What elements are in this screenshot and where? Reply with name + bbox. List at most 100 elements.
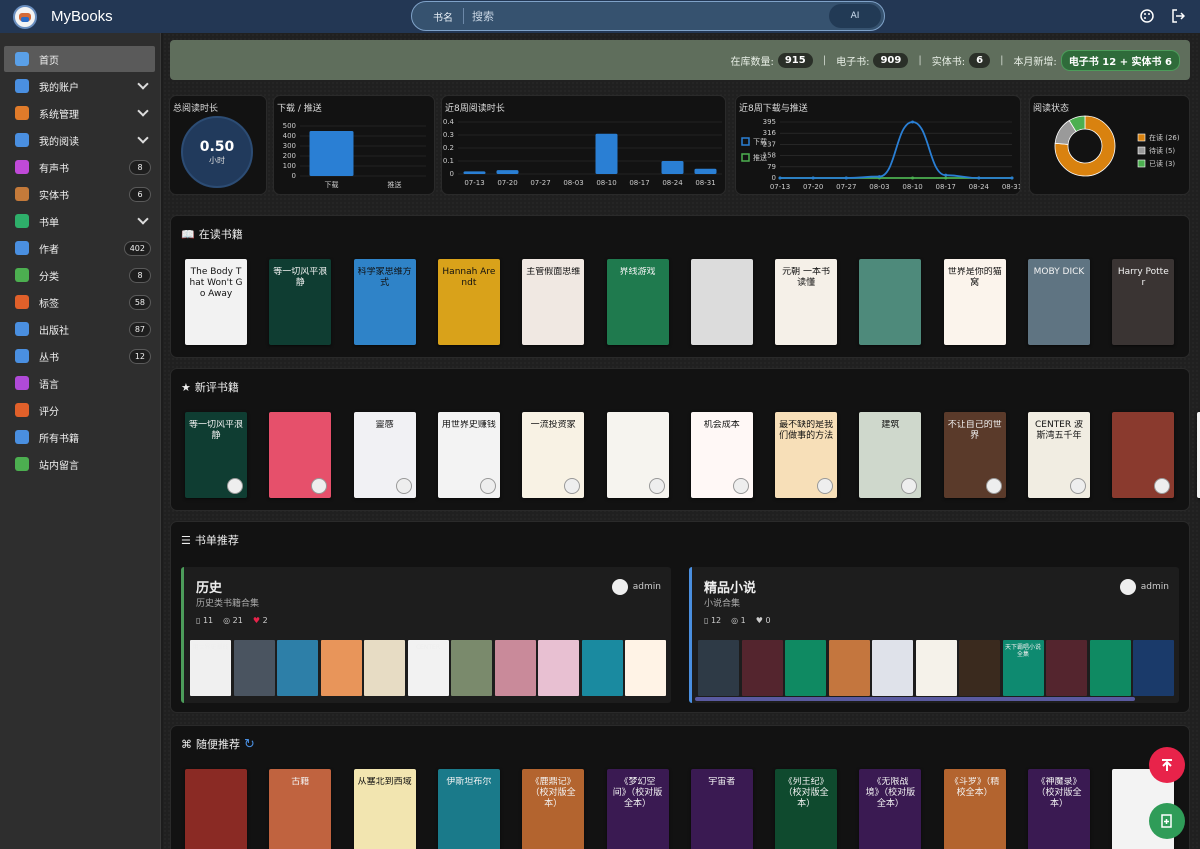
data-point[interactable] — [977, 176, 981, 180]
sidebar-item[interactable]: 标签 58 — [4, 289, 155, 315]
data-point[interactable] — [844, 176, 848, 180]
app-title[interactable]: MyBooks — [51, 8, 113, 25]
sidebar-item[interactable]: 评分 — [4, 397, 155, 423]
book-cover[interactable]: 《无限战境》（校对版全本） — [859, 769, 922, 849]
data-point[interactable] — [811, 176, 815, 180]
book-cover[interactable]: 机会成本 — [690, 412, 753, 498]
bar[interactable] — [661, 161, 684, 174]
chevron-down-icon[interactable] — [137, 78, 149, 90]
book-cover[interactable]: 《鹿鼎记》（校对版全本） — [522, 769, 585, 849]
book-cover[interactable]: 等一切风平浪静 — [185, 412, 247, 498]
booklist-cover[interactable] — [451, 640, 492, 696]
book-cover[interactable]: 元朝 一本书读懂 — [775, 259, 838, 345]
logout-icon[interactable] — [1171, 9, 1185, 23]
booklist-card[interactable]: 精品小说 小说合集 admin ▯ 12 ◎ 1 ♥ 0 天下霸唱小说全集 — [689, 567, 1179, 703]
data-point[interactable] — [944, 176, 948, 180]
book-cover[interactable]: 最不缺的是我们做事的方法 — [775, 412, 838, 498]
palette-icon[interactable] — [1140, 9, 1154, 23]
sidebar-item[interactable]: 有声书 8 — [4, 154, 155, 180]
data-point[interactable] — [911, 120, 915, 124]
booklist-cover[interactable] — [364, 640, 405, 696]
booklist-card[interactable]: 历史 历史类书籍合集 admin ▯ 11 ◎ 21 ♥ 2 用世界史赚钱 CENTER — [181, 567, 671, 703]
booklist-cover[interactable] — [785, 640, 826, 696]
scroll-top-button[interactable] — [1149, 747, 1185, 783]
refresh-icon[interactable]: ↻ — [244, 737, 255, 752]
book-cover[interactable]: 主管假面思维 — [522, 259, 585, 345]
booklist-cover[interactable]: CENTER — [407, 640, 449, 696]
book-cover[interactable]: 《斗罗》（精校全本） — [943, 769, 1006, 849]
chevron-down-icon[interactable] — [137, 105, 149, 117]
booklist-cover[interactable] — [625, 640, 666, 696]
sidebar-item[interactable]: 我的账户 — [4, 73, 155, 99]
book-cover[interactable]: 《梦幻空间》（校对版全本） — [606, 769, 669, 849]
sidebar-item[interactable]: 分类 8 — [4, 262, 155, 288]
book-cover[interactable]: The Body That Won't Go Away — [185, 259, 247, 345]
sidebar-item[interactable]: 首页 — [4, 46, 155, 72]
horizontal-scrollbar[interactable] — [695, 697, 1135, 701]
search-input[interactable]: 搜索 — [472, 8, 829, 24]
chevron-down-icon[interactable] — [137, 213, 149, 225]
chevron-down-icon[interactable] — [137, 132, 149, 144]
book-cover[interactable]: 伊斯坦布尔 — [437, 769, 500, 849]
series-line[interactable] — [779, 121, 1012, 179]
booklist-cover[interactable] — [959, 640, 1000, 696]
bar[interactable] — [496, 170, 519, 174]
booklist-cover[interactable] — [698, 640, 739, 696]
book-cover[interactable]: 不让自己的世界 — [943, 412, 1006, 498]
booklist-cover[interactable] — [741, 640, 783, 696]
book-cover[interactable]: 靈感 — [353, 412, 416, 498]
data-point[interactable] — [944, 173, 948, 177]
booklist-cover[interactable] — [538, 640, 579, 696]
book-cover[interactable]: CENTER 波斯湾五千年 — [1028, 412, 1090, 498]
book-cover[interactable]: 科学家思维方式 — [353, 259, 416, 345]
bar[interactable] — [309, 131, 354, 176]
book-cover[interactable] — [690, 259, 753, 345]
sidebar-item[interactable]: 实体书 6 — [4, 181, 155, 207]
search-scope-select[interactable]: 书名 — [433, 9, 463, 24]
data-point[interactable] — [1010, 176, 1014, 180]
book-cover[interactable]: Harry Potter — [1112, 259, 1175, 345]
sidebar-item[interactable]: 系统管理 — [4, 100, 155, 126]
booklist-cover[interactable] — [320, 640, 362, 696]
booklist-cover[interactable] — [828, 640, 870, 696]
sidebar-item[interactable]: 作者 402 — [4, 235, 155, 261]
booklist-cover[interactable] — [277, 640, 318, 696]
book-cover[interactable]: 掌控 — [1196, 412, 1200, 498]
book-cover[interactable] — [269, 412, 332, 498]
book-cover[interactable]: 等一切风平浪静 — [269, 259, 332, 345]
app-logo[interactable] — [13, 4, 37, 29]
booklist-cover[interactable] — [1089, 640, 1131, 696]
book-cover[interactable]: Hannah Arendt — [437, 259, 500, 345]
booklist-cover[interactable]: 天下霸唱小说全集 — [1002, 640, 1044, 696]
booklist-cover[interactable] — [1046, 640, 1087, 696]
book-cover[interactable]: 界线游戏 — [606, 259, 669, 345]
book-cover[interactable] — [606, 412, 669, 498]
book-cover[interactable]: 用世界史赚钱 — [437, 412, 500, 498]
book-cover[interactable]: 《神魔录》（校对版全本） — [1028, 769, 1090, 849]
bar[interactable] — [463, 171, 486, 174]
book-cover[interactable]: 建筑 — [859, 412, 922, 498]
sidebar-item[interactable]: 丛书 12 — [4, 343, 155, 369]
booklist-cover[interactable] — [494, 640, 536, 696]
ai-search-button[interactable]: AI — [829, 4, 881, 28]
sidebar-item[interactable]: 所有书籍 — [4, 424, 155, 450]
sidebar-item[interactable]: 出版社 87 — [4, 316, 155, 342]
booklist-cover[interactable] — [233, 640, 275, 696]
booklist-cover[interactable] — [1133, 640, 1174, 696]
booklist-cover[interactable] — [915, 640, 957, 696]
like-count[interactable]: ♥ 0 — [756, 616, 771, 625]
book-cover[interactable]: 一流投资家 — [522, 412, 585, 498]
bar[interactable] — [694, 168, 717, 174]
book-cover[interactable] — [1112, 412, 1175, 498]
sidebar-item[interactable]: 语言 — [4, 370, 155, 396]
sidebar-item[interactable]: 我的阅读 — [4, 127, 155, 153]
booklist-cover[interactable]: 用世界史赚钱 — [190, 640, 231, 696]
book-cover[interactable]: 从塞北到西域 — [353, 769, 416, 849]
like-count[interactable]: ♥ 2 — [253, 616, 268, 625]
book-cover[interactable]: 世界是你的猫窝 — [943, 259, 1006, 345]
data-point[interactable] — [911, 176, 915, 180]
sidebar-item[interactable]: 站内留言 — [4, 451, 155, 477]
book-cover[interactable] — [185, 769, 247, 849]
data-point[interactable] — [778, 176, 782, 180]
booklist-cover[interactable] — [581, 640, 623, 696]
